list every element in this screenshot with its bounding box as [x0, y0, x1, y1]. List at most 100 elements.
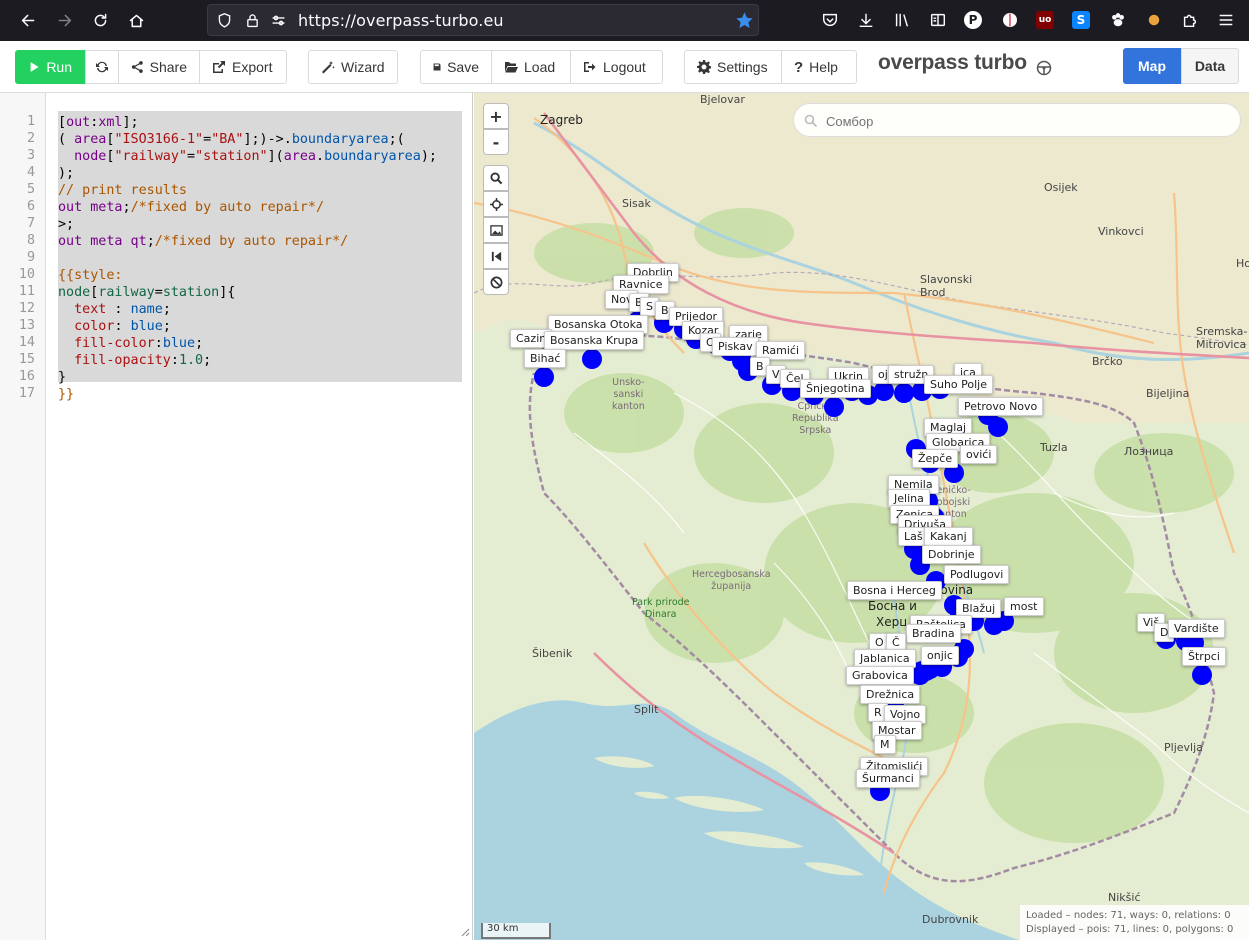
tab-data[interactable]: Data	[1181, 48, 1239, 84]
locate-button[interactable]	[483, 191, 509, 217]
station-label[interactable]: Bradina	[906, 624, 961, 643]
line-number: 15	[18, 352, 35, 367]
station-label[interactable]: Bosanska Krupa	[544, 331, 645, 350]
code-line[interactable]: ( area["ISO3166-1"="BA"];)->.boundaryare…	[58, 131, 405, 148]
station-marker[interactable]	[824, 397, 844, 417]
station-label[interactable]: Podlugovi	[944, 565, 1010, 584]
station-label[interactable]: Bihać	[524, 349, 567, 368]
library-icon[interactable]	[892, 10, 912, 30]
station-label[interactable]: onjic	[921, 646, 959, 665]
map-view[interactable]: + - Zagreb Bjelovar Sisak Osijek Vinkovci Sla…	[474, 93, 1249, 940]
share-button[interactable]: Share	[118, 50, 200, 84]
zoom-in-button[interactable]: +	[483, 103, 509, 129]
code-line[interactable]: text : name;	[58, 301, 171, 318]
station-marker[interactable]	[988, 417, 1008, 437]
line-number: 4	[26, 165, 35, 180]
resize-handle-icon[interactable]	[460, 927, 470, 937]
station-marker[interactable]	[894, 383, 914, 403]
station-label[interactable]: ovići	[960, 445, 998, 464]
help-button[interactable]: ? Help	[781, 50, 857, 84]
load-button[interactable]: Load	[491, 50, 571, 84]
station-label[interactable]: Vardište	[1168, 619, 1225, 638]
paw-extension-icon[interactable]	[1108, 10, 1128, 30]
zoom-out-button[interactable]: -	[483, 129, 509, 155]
save-button[interactable]: Save	[420, 50, 492, 84]
station-label[interactable]: Bosna i Herceg	[847, 581, 942, 600]
code-line[interactable]: out meta qt;/*fixed by auto repair*/	[58, 233, 348, 250]
code-line[interactable]: [out:xml];	[58, 114, 139, 131]
station-label[interactable]: Piskav	[712, 337, 759, 356]
downloads-icon[interactable]	[856, 10, 876, 30]
rerender-button[interactable]	[85, 50, 119, 84]
zoom-to-data-button[interactable]	[483, 165, 509, 191]
status-displayed: Displayed – pois: 71, lines: 0, polygons…	[1026, 924, 1234, 935]
station-label[interactable]: Suho Polje	[924, 375, 994, 394]
code-line[interactable]: fill-opacity:1.0;	[58, 352, 211, 369]
ublock-icon[interactable]: uo	[1036, 11, 1054, 29]
station-label[interactable]: Kakanj	[924, 527, 973, 546]
extensions-puzzle-icon[interactable]	[1180, 10, 1200, 30]
code-line[interactable]: color: blue;	[58, 318, 171, 335]
code-line[interactable]: node[railway=station]{	[58, 284, 235, 301]
export-image-button[interactable]	[483, 217, 509, 243]
permissions-icon[interactable]	[270, 12, 287, 29]
export-button[interactable]: Export	[199, 50, 287, 84]
wizard-button[interactable]: Wizard	[308, 50, 398, 84]
map-status-panel: Loaded – nodes: 71, ways: 0, relations: …	[1020, 905, 1249, 940]
back-icon[interactable]	[16, 8, 40, 32]
code-token: station	[162, 285, 220, 300]
code-token: "station"	[195, 149, 268, 164]
code-line[interactable]: fill-color:blue;	[58, 335, 203, 352]
station-label[interactable]: M	[874, 735, 896, 754]
map-place-name: Sisak	[622, 197, 651, 210]
code-token: "railway"	[114, 149, 187, 164]
map-search-box[interactable]	[793, 103, 1241, 137]
pocket-icon[interactable]	[820, 10, 840, 30]
extension-s-icon[interactable]: S	[1072, 11, 1090, 29]
station-label[interactable]: Štrpci	[1182, 647, 1226, 666]
tab-map[interactable]: Map	[1123, 48, 1181, 84]
profile-avatar[interactable]: P	[964, 11, 982, 29]
extension-badge-icon[interactable]	[1000, 10, 1020, 30]
station-label[interactable]: Dobrinje	[922, 545, 981, 564]
reload-icon[interactable]	[88, 8, 112, 32]
code-line[interactable]: }}	[58, 386, 74, 403]
reader-view-icon[interactable]	[928, 10, 948, 30]
menu-hamburger-icon[interactable]	[1216, 10, 1236, 30]
station-marker[interactable]	[534, 367, 554, 387]
code-line[interactable]: }	[58, 369, 66, 386]
station-label[interactable]: Šurmanci	[856, 769, 920, 788]
station-marker[interactable]	[874, 381, 894, 401]
code-line[interactable]: {{style:	[58, 267, 123, 284]
station-label[interactable]: most	[1004, 597, 1044, 616]
forward-icon[interactable]	[52, 8, 76, 32]
lock-icon[interactable]	[244, 12, 261, 29]
code-line[interactable]: >;	[58, 216, 74, 233]
bookmark-star-icon[interactable]	[735, 11, 754, 30]
restore-view-button[interactable]	[483, 243, 509, 269]
run-button[interactable]: Run	[15, 50, 85, 84]
station-label[interactable]: Šnjegotina	[800, 379, 871, 398]
sun-extension-icon[interactable]	[1144, 10, 1164, 30]
clear-data-button[interactable]	[483, 269, 509, 295]
browser-toolbar: https://overpass-turbo.eu P uo S	[0, 0, 1249, 41]
station-marker[interactable]	[1192, 665, 1212, 685]
station-label[interactable]: Petrovo Novo	[958, 397, 1044, 416]
url-text[interactable]: https://overpass-turbo.eu	[298, 11, 504, 30]
settings-button[interactable]: Settings	[684, 50, 782, 84]
code-line[interactable]: node["railway"="station"](area.boundarya…	[58, 148, 437, 165]
home-icon[interactable]	[124, 8, 148, 32]
address-bar[interactable]: https://overpass-turbo.eu	[207, 4, 759, 36]
code-line[interactable]: out meta;/*fixed by auto repair*/	[58, 199, 324, 216]
play-icon	[30, 62, 39, 72]
logout-button[interactable]: Logout	[570, 50, 663, 84]
code-line[interactable]: );	[58, 165, 74, 182]
station-label[interactable]: Drežnica	[860, 685, 921, 704]
shield-icon[interactable]	[216, 12, 233, 29]
station-marker[interactable]	[582, 349, 602, 369]
station-label[interactable]: Grabovica	[846, 666, 914, 685]
station-label[interactable]: Žepče	[912, 449, 959, 468]
code-line[interactable]: // print results	[58, 182, 187, 199]
map-search-input[interactable]	[826, 110, 1226, 132]
code-editor[interactable]: 1 2 3 4 5 6 7 8 9 10 11 12 13 14 15 16 17 [out:xml];( ar…	[0, 93, 473, 940]
